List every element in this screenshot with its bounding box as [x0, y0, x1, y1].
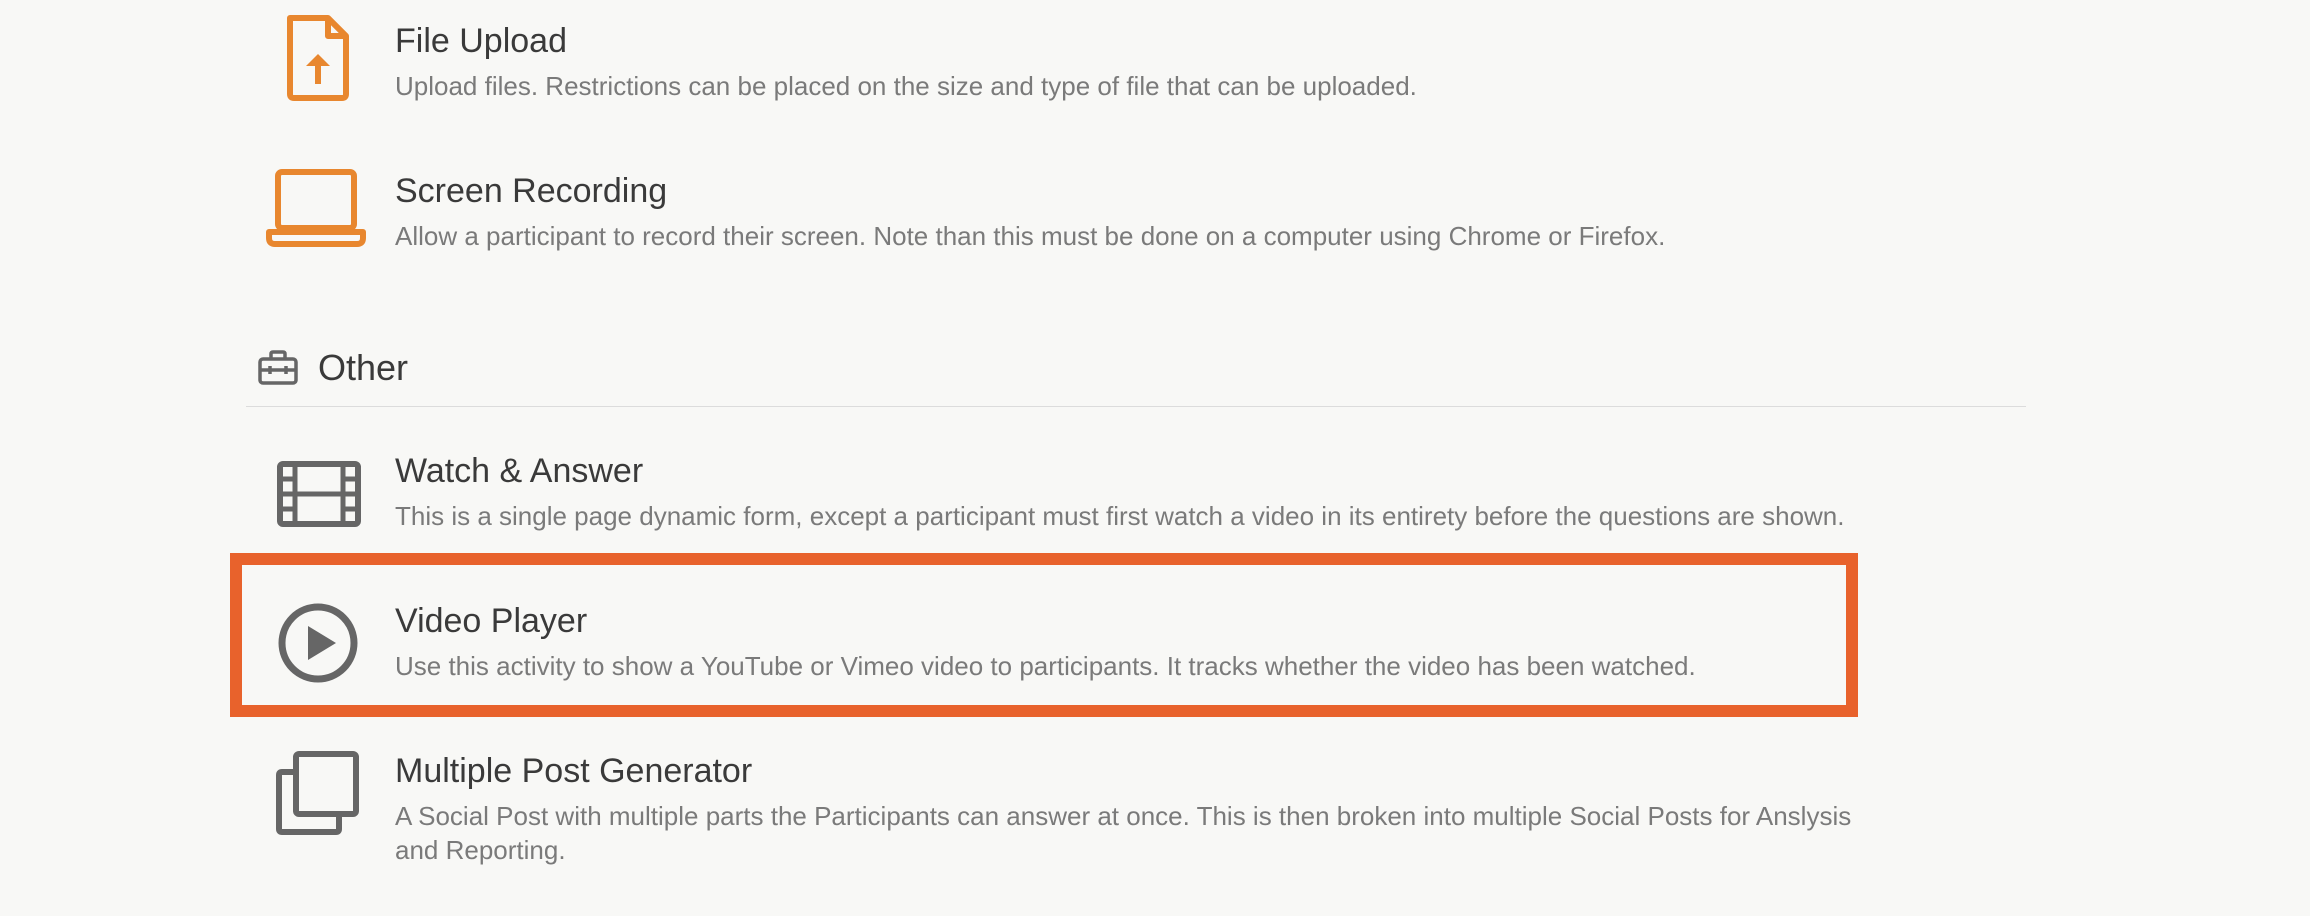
copy-icon	[248, 735, 388, 855]
activity-video-player[interactable]: Video Player Use this activity to show a…	[248, 585, 2028, 695]
section-heading: Other	[318, 347, 409, 388]
activity-description-line1: A Social Post with multiple parts the Pa…	[395, 801, 1852, 831]
section-header-other: Other	[246, 340, 2026, 407]
activity-watch-answer[interactable]: Watch & Answer This is a single page dyn…	[248, 435, 2028, 555]
file-upload-icon	[248, 0, 388, 120]
activity-title: Watch & Answer	[395, 452, 644, 490]
toolbox-icon	[257, 350, 299, 386]
play-circle-icon	[248, 585, 388, 705]
activity-description: Allow a participant to record their scre…	[395, 221, 1666, 251]
activity-screen-recording[interactable]: Screen Recording Allow a participant to …	[248, 150, 2028, 270]
activity-title: File Upload	[395, 22, 567, 60]
activity-multiple-post-generator[interactable]: Multiple Post Generator A Social Post wi…	[248, 735, 2028, 885]
activity-description: Use this activity to show a YouTube or V…	[395, 651, 1696, 681]
activity-description: Upload files. Restrictions can be placed…	[395, 71, 1417, 101]
activity-description: This is a single page dynamic form, exce…	[395, 501, 1845, 531]
activity-description-line2: and Reporting.	[395, 835, 566, 865]
activity-file-upload[interactable]: File Upload Upload files. Restrictions c…	[248, 0, 2028, 120]
activity-title: Multiple Post Generator	[395, 752, 753, 790]
activity-title: Screen Recording	[395, 172, 668, 210]
activity-title: Video Player	[395, 602, 588, 640]
film-icon	[248, 435, 388, 555]
laptop-icon	[248, 150, 388, 270]
